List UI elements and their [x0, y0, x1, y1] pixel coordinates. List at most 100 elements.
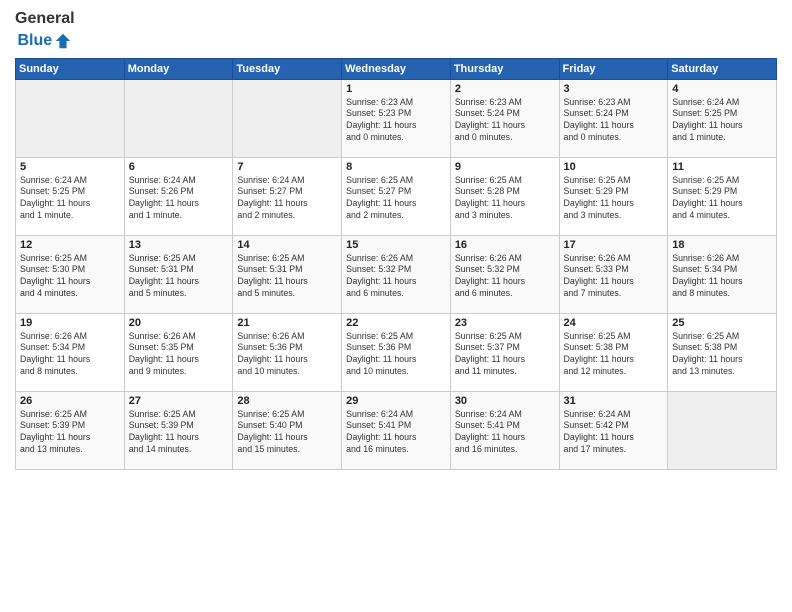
day-cell: 27 Sunrise: 6:25 AM Sunset: 5:39 PM Dayli…: [124, 391, 233, 469]
day-number: 15: [346, 239, 446, 251]
day-number: 2: [455, 83, 555, 95]
weekday-header-wednesday: Wednesday: [342, 58, 451, 79]
day-info: Sunrise: 6:24 AM Sunset: 5:27 PM Dayligh…: [237, 175, 337, 223]
day-cell: 26 Sunrise: 6:25 AM Sunset: 5:39 PM Dayli…: [16, 391, 125, 469]
day-cell: 2Sunrise: 6:23 AM Sunset: 5:24 PM Daylig…: [450, 79, 559, 157]
week-row-4: 19 Sunrise: 6:26 AM Sunset: 5:34 PM Dayli…: [16, 313, 777, 391]
day-cell: 3Sunrise: 6:23 AM Sunset: 5:24 PM Daylig…: [559, 79, 668, 157]
week-row-2: 5 Sunrise: 6:24 AM Sunset: 5:25 PM Daylig…: [16, 157, 777, 235]
week-row-5: 26 Sunrise: 6:25 AM Sunset: 5:39 PM Dayli…: [16, 391, 777, 469]
day-cell: 29 Sunrise: 6:24 AM Sunset: 5:41 PM Dayli…: [342, 391, 451, 469]
weekday-header-saturday: Saturday: [668, 58, 777, 79]
day-cell: 23 Sunrise: 6:25 AM Sunset: 5:37 PM Dayli…: [450, 313, 559, 391]
day-info: Sunrise: 6:25 AM Sunset: 5:36 PM Dayligh…: [346, 331, 446, 379]
day-info: Sunrise: 6:23 AM Sunset: 5:24 PM Dayligh…: [564, 97, 664, 145]
day-number: 11: [672, 161, 772, 173]
day-number: 26: [20, 395, 120, 407]
day-number: 28: [237, 395, 337, 407]
day-cell: 9 Sunrise: 6:25 AM Sunset: 5:28 PM Daylig…: [450, 157, 559, 235]
day-info: Sunrise: 6:24 AM Sunset: 5:25 PM Dayligh…: [672, 97, 772, 145]
day-cell: 15 Sunrise: 6:26 AM Sunset: 5:32 PM Dayli…: [342, 235, 451, 313]
day-info: Sunrise: 6:25 AM Sunset: 5:31 PM Dayligh…: [129, 253, 229, 301]
day-number: 25: [672, 317, 772, 329]
day-info: Sunrise: 6:24 AM Sunset: 5:41 PM Dayligh…: [346, 409, 446, 457]
day-info: Sunrise: 6:25 AM Sunset: 5:31 PM Dayligh…: [237, 253, 337, 301]
day-info: Sunrise: 6:25 AM Sunset: 5:37 PM Dayligh…: [455, 331, 555, 379]
day-cell: 24 Sunrise: 6:25 AM Sunset: 5:38 PM Dayli…: [559, 313, 668, 391]
day-cell: 6 Sunrise: 6:24 AM Sunset: 5:26 PM Daylig…: [124, 157, 233, 235]
day-info: Sunrise: 6:24 AM Sunset: 5:26 PM Dayligh…: [129, 175, 229, 223]
day-cell: 16Sunrise: 6:26 AM Sunset: 5:32 PM Dayli…: [450, 235, 559, 313]
day-info: Sunrise: 6:24 AM Sunset: 5:41 PM Dayligh…: [455, 409, 555, 457]
day-number: 8: [346, 161, 446, 173]
day-info: Sunrise: 6:25 AM Sunset: 5:39 PM Dayligh…: [129, 409, 229, 457]
day-info: Sunrise: 6:24 AM Sunset: 5:42 PM Dayligh…: [564, 409, 664, 457]
weekday-header-sunday: Sunday: [16, 58, 125, 79]
day-info: Sunrise: 6:24 AM Sunset: 5:25 PM Dayligh…: [20, 175, 120, 223]
calendar: SundayMondayTuesdayWednesdayThursdayFrid…: [15, 58, 777, 470]
day-cell: 7 Sunrise: 6:24 AM Sunset: 5:27 PM Daylig…: [233, 157, 342, 235]
day-number: 20: [129, 317, 229, 329]
day-cell: [16, 79, 125, 157]
day-cell: 10 Sunrise: 6:25 AM Sunset: 5:29 PM Dayli…: [559, 157, 668, 235]
day-number: 13: [129, 239, 229, 251]
day-info: Sunrise: 6:25 AM Sunset: 5:38 PM Dayligh…: [672, 331, 772, 379]
day-cell: [233, 79, 342, 157]
day-info: Sunrise: 6:26 AM Sunset: 5:34 PM Dayligh…: [672, 253, 772, 301]
day-info: Sunrise: 6:26 AM Sunset: 5:34 PM Dayligh…: [20, 331, 120, 379]
day-number: 22: [346, 317, 446, 329]
day-cell: 4 Sunrise: 6:24 AM Sunset: 5:25 PM Daylig…: [668, 79, 777, 157]
day-info: Sunrise: 6:25 AM Sunset: 5:38 PM Dayligh…: [564, 331, 664, 379]
day-number: 12: [20, 239, 120, 251]
day-info: Sunrise: 6:25 AM Sunset: 5:30 PM Dayligh…: [20, 253, 120, 301]
week-row-1: 1 Sunrise: 6:23 AM Sunset: 5:23 PM Daylig…: [16, 79, 777, 157]
day-info: Sunrise: 6:26 AM Sunset: 5:32 PM Dayligh…: [346, 253, 446, 301]
day-number: 6: [129, 161, 229, 173]
day-cell: 25 Sunrise: 6:25 AM Sunset: 5:38 PM Dayli…: [668, 313, 777, 391]
day-info: Sunrise: 6:26 AM Sunset: 5:36 PM Dayligh…: [237, 331, 337, 379]
day-number: 7: [237, 161, 337, 173]
weekday-header-tuesday: Tuesday: [233, 58, 342, 79]
day-number: 19: [20, 317, 120, 329]
day-number: 29: [346, 395, 446, 407]
day-number: 16: [455, 239, 555, 251]
day-cell: 31Sunrise: 6:24 AM Sunset: 5:42 PM Dayli…: [559, 391, 668, 469]
day-info: Sunrise: 6:25 AM Sunset: 5:29 PM Dayligh…: [564, 175, 664, 223]
day-cell: 21 Sunrise: 6:26 AM Sunset: 5:36 PM Dayli…: [233, 313, 342, 391]
page: GeneralBlue SundayMondayTuesdayWednesday…: [0, 0, 792, 612]
day-number: 17: [564, 239, 664, 251]
day-number: 5: [20, 161, 120, 173]
day-number: 9: [455, 161, 555, 173]
day-cell: 5 Sunrise: 6:24 AM Sunset: 5:25 PM Daylig…: [16, 157, 125, 235]
day-info: Sunrise: 6:25 AM Sunset: 5:28 PM Dayligh…: [455, 175, 555, 223]
day-info: Sunrise: 6:25 AM Sunset: 5:29 PM Dayligh…: [672, 175, 772, 223]
day-info: Sunrise: 6:25 AM Sunset: 5:39 PM Dayligh…: [20, 409, 120, 457]
weekday-header-monday: Monday: [124, 58, 233, 79]
day-number: 1: [346, 83, 446, 95]
day-cell: 11 Sunrise: 6:25 AM Sunset: 5:29 PM Dayli…: [668, 157, 777, 235]
day-cell: 8 Sunrise: 6:25 AM Sunset: 5:27 PM Daylig…: [342, 157, 451, 235]
day-number: 10: [564, 161, 664, 173]
day-number: 18: [672, 239, 772, 251]
day-number: 27: [129, 395, 229, 407]
day-cell: 17Sunrise: 6:26 AM Sunset: 5:33 PM Dayli…: [559, 235, 668, 313]
day-info: Sunrise: 6:26 AM Sunset: 5:35 PM Dayligh…: [129, 331, 229, 379]
day-number: 23: [455, 317, 555, 329]
weekday-header-friday: Friday: [559, 58, 668, 79]
day-info: Sunrise: 6:23 AM Sunset: 5:23 PM Dayligh…: [346, 97, 446, 145]
day-number: 30: [455, 395, 555, 407]
week-row-3: 12 Sunrise: 6:25 AM Sunset: 5:30 PM Dayli…: [16, 235, 777, 313]
day-number: 4: [672, 83, 772, 95]
day-cell: [124, 79, 233, 157]
day-number: 14: [237, 239, 337, 251]
weekday-header-row: SundayMondayTuesdayWednesdayThursdayFrid…: [16, 58, 777, 79]
day-number: 24: [564, 317, 664, 329]
day-cell: 1 Sunrise: 6:23 AM Sunset: 5:23 PM Daylig…: [342, 79, 451, 157]
day-cell: 19 Sunrise: 6:26 AM Sunset: 5:34 PM Dayli…: [16, 313, 125, 391]
day-number: 21: [237, 317, 337, 329]
day-info: Sunrise: 6:25 AM Sunset: 5:40 PM Dayligh…: [237, 409, 337, 457]
day-cell: 20 Sunrise: 6:26 AM Sunset: 5:35 PM Dayli…: [124, 313, 233, 391]
day-cell: 18 Sunrise: 6:26 AM Sunset: 5:34 PM Dayli…: [668, 235, 777, 313]
day-info: Sunrise: 6:25 AM Sunset: 5:27 PM Dayligh…: [346, 175, 446, 223]
day-cell: 30 Sunrise: 6:24 AM Sunset: 5:41 PM Dayli…: [450, 391, 559, 469]
